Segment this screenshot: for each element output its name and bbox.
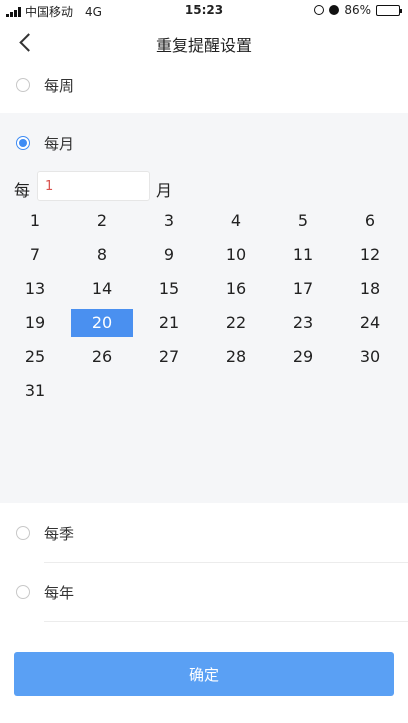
day-6[interactable]: 6 — [339, 207, 401, 235]
option-monthly[interactable]: 每月 — [0, 118, 408, 168]
battery-icon — [376, 4, 402, 16]
day-8[interactable]: 8 — [71, 241, 133, 269]
option-quarterly-label: 每季 — [44, 524, 75, 543]
day-28[interactable]: 28 — [205, 343, 267, 371]
option-weekly[interactable]: 每周 — [0, 60, 408, 110]
divider — [44, 621, 408, 622]
day-30[interactable]: 30 — [339, 343, 401, 371]
option-weekly-label: 每周 — [44, 76, 75, 95]
option-yearly[interactable]: 每年 — [0, 567, 408, 617]
day-18[interactable]: 18 — [339, 275, 401, 303]
monthly-panel: 每月 每 月 123456789101112131415161718192021… — [0, 113, 408, 503]
status-right: 86% — [314, 3, 402, 17]
alarm-icon — [329, 5, 340, 15]
option-yearly-label: 每年 — [44, 583, 75, 602]
month-unit-label: 月 — [156, 181, 173, 200]
option-quarterly[interactable]: 每季 — [0, 508, 408, 558]
divider — [44, 562, 408, 563]
day-2[interactable]: 2 — [71, 207, 133, 235]
day-17[interactable]: 17 — [272, 275, 334, 303]
orientation-lock-icon — [314, 5, 325, 15]
radio-yearly[interactable] — [16, 585, 30, 599]
day-31[interactable]: 31 — [4, 377, 66, 405]
day-26[interactable]: 26 — [71, 343, 133, 371]
day-23[interactable]: 23 — [272, 309, 334, 337]
day-21[interactable]: 21 — [138, 309, 200, 337]
day-27[interactable]: 27 — [138, 343, 200, 371]
day-25[interactable]: 25 — [4, 343, 66, 371]
day-5[interactable]: 5 — [272, 207, 334, 235]
day-16[interactable]: 16 — [205, 275, 267, 303]
page-title: 重复提醒设置 — [155, 36, 252, 55]
day-9[interactable]: 9 — [138, 241, 200, 269]
day-13[interactable]: 13 — [4, 275, 66, 303]
month-interval-input[interactable] — [37, 171, 150, 201]
day-24[interactable]: 24 — [339, 309, 401, 337]
confirm-button[interactable]: 确定 — [14, 652, 394, 696]
day-20[interactable]: 20 — [71, 309, 133, 337]
day-1[interactable]: 1 — [4, 207, 66, 235]
radio-monthly[interactable] — [16, 136, 30, 150]
status-bar: 中国移动 4G 15:23 86% — [0, 0, 408, 22]
day-11[interactable]: 11 — [272, 241, 334, 269]
every-label: 每 — [14, 181, 31, 200]
day-19[interactable]: 19 — [4, 309, 66, 337]
battery-percent: 86% — [344, 3, 371, 17]
day-3[interactable]: 3 — [138, 207, 200, 235]
nav-bar: 重复提醒设置 — [0, 22, 408, 64]
day-29[interactable]: 29 — [272, 343, 334, 371]
radio-quarterly[interactable] — [16, 526, 30, 540]
day-10[interactable]: 10 — [205, 241, 267, 269]
day-15[interactable]: 15 — [138, 275, 200, 303]
radio-weekly[interactable] — [16, 78, 30, 92]
day-4[interactable]: 4 — [205, 207, 267, 235]
day-22[interactable]: 22 — [205, 309, 267, 337]
day-14[interactable]: 14 — [71, 275, 133, 303]
day-7[interactable]: 7 — [4, 241, 66, 269]
option-monthly-label: 每月 — [44, 134, 75, 153]
day-12[interactable]: 12 — [339, 241, 401, 269]
